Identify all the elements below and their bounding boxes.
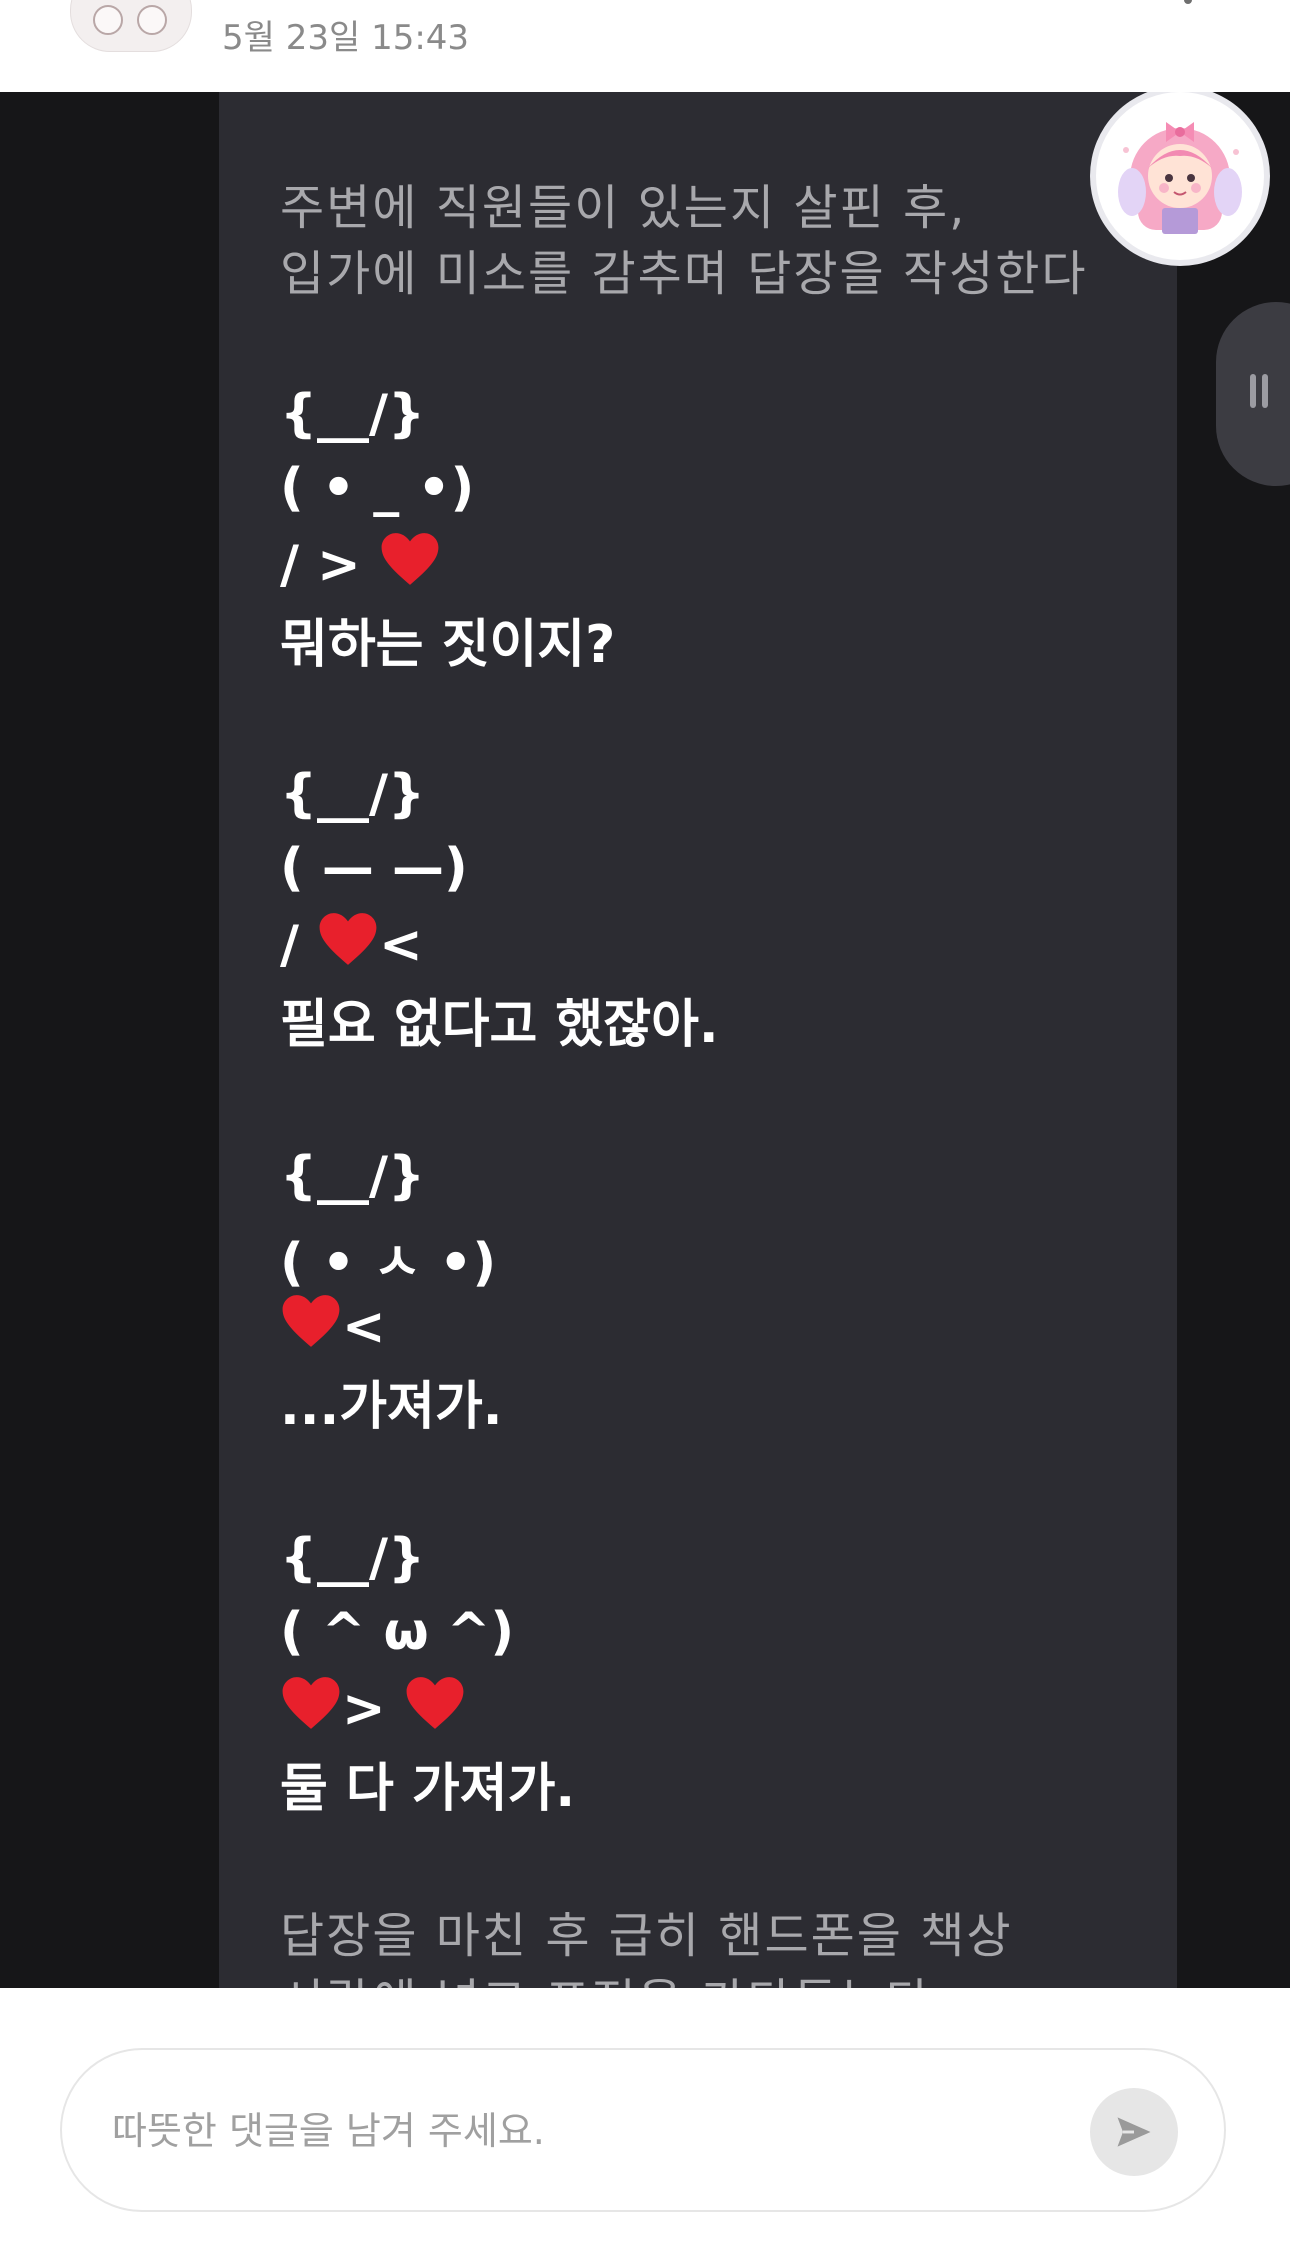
kaomoji-face: ( • _ •) bbox=[280, 458, 475, 518]
kaomoji-ears: {__/} bbox=[280, 384, 426, 444]
scroll-handle[interactable] bbox=[1216, 302, 1290, 486]
send-button[interactable] bbox=[1090, 2088, 1178, 2176]
kaomoji-hand-text: / bbox=[280, 915, 318, 975]
narration-line: 시랍에 넣고 표정을 가다듬는다 bbox=[280, 1962, 932, 1988]
heart-icon bbox=[381, 533, 439, 585]
author-avatar[interactable] bbox=[70, 0, 192, 52]
more-vertical-icon[interactable] bbox=[1170, 0, 1206, 30]
narration-line: 입가에 미소를 감추며 답장을 작성한다 bbox=[280, 246, 1088, 302]
kaomoji-face: ( — —) bbox=[280, 838, 468, 898]
message-text: 둘 다 가져가. bbox=[280, 1759, 576, 1819]
kaomoji-hand-text: < bbox=[379, 915, 423, 975]
kaomoji-face: ( • ㅅ •) bbox=[280, 1233, 497, 1293]
message-text: ...가져가. bbox=[280, 1377, 503, 1437]
kaomoji-hand-text: < bbox=[342, 1297, 386, 1357]
narration-line: 답장을 마친 후 급히 핸드폰을 책상 bbox=[280, 1908, 1013, 1964]
heart-icon bbox=[319, 913, 377, 965]
heart-icon bbox=[282, 1295, 340, 1347]
comment-input[interactable] bbox=[110, 2090, 1094, 2172]
kaomoji-hand-text: / > bbox=[280, 535, 379, 595]
post-header: 5월 23일 15:43 bbox=[0, 0, 1290, 92]
heart-icon bbox=[282, 1677, 340, 1729]
kaomoji-ears: {__/} bbox=[280, 764, 426, 824]
message-text: 필요 없다고 했잖아. bbox=[280, 995, 719, 1055]
kaomoji-ears: {__/} bbox=[280, 1528, 426, 1588]
kaomoji-hands: / < bbox=[280, 910, 423, 975]
narration-line: 주변에 직원들이 있는지 살핀 후, bbox=[280, 180, 967, 236]
send-icon bbox=[1117, 2117, 1151, 2147]
comment-box bbox=[60, 2048, 1226, 2212]
kaomoji-ears: {__/} bbox=[280, 1146, 426, 1206]
kaomoji-hands: / > bbox=[280, 530, 441, 595]
character-sticker[interactable] bbox=[1096, 92, 1264, 260]
kaomoji-hands: > bbox=[280, 1674, 466, 1739]
kaomoji-hands: < bbox=[280, 1292, 386, 1357]
kaomoji-hand-text: > bbox=[342, 1679, 404, 1739]
kaomoji-face: ( ^ ω ^) bbox=[280, 1602, 515, 1662]
post-image: 주변에 직원들이 있는지 살핀 후, 입가에 미소를 감추며 답장을 작성한다 … bbox=[0, 92, 1290, 1988]
post-date: 5월 23일 15:43 bbox=[222, 18, 470, 58]
comment-bar bbox=[0, 1988, 1290, 2256]
message-text: 뭐하는 짓이지? bbox=[280, 615, 616, 675]
fairy-girl-icon bbox=[1118, 122, 1242, 234]
heart-icon bbox=[406, 1677, 464, 1729]
